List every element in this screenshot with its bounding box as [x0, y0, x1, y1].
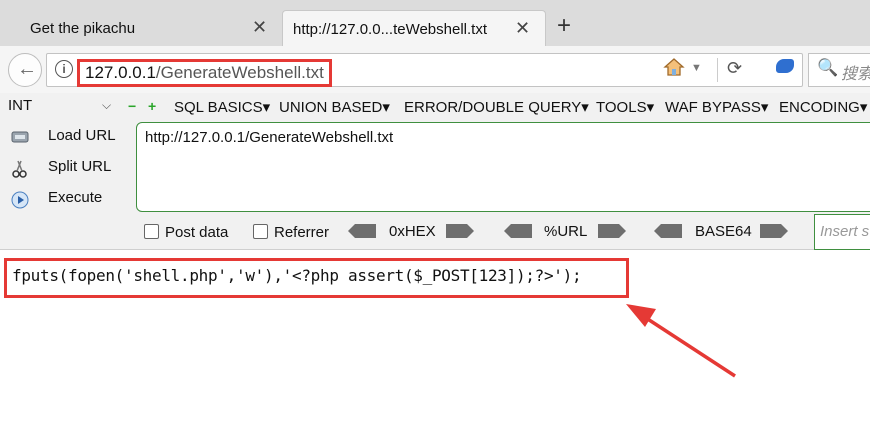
annotation-arrow-icon	[626, 304, 736, 378]
